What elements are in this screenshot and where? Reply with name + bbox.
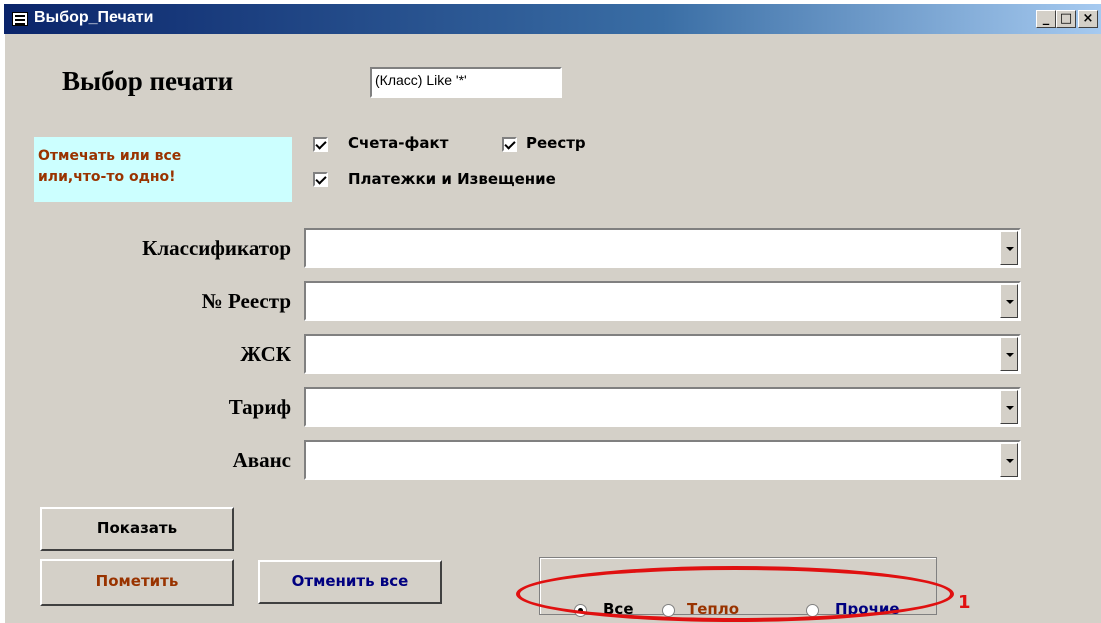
maximize-icon: □	[1059, 11, 1073, 26]
advance-combo[interactable]	[304, 440, 1021, 480]
filter-field[interactable]: (Класс) Like '*'	[370, 67, 562, 98]
show-button[interactable]: Показать	[40, 507, 234, 551]
minimize-icon: _	[1042, 11, 1050, 26]
minimize-button[interactable]: _	[1036, 10, 1056, 28]
chevron-down-icon[interactable]	[1000, 284, 1018, 318]
zhsk-combo[interactable]	[304, 334, 1021, 374]
note-line-2: или,что-то одно!	[38, 169, 176, 185]
registry-checkbox-label: Реестр	[526, 134, 586, 152]
page-title: Выбор печати	[62, 66, 234, 96]
note-line-1: Отмечать или все	[38, 148, 182, 164]
maximize-button[interactable]: □	[1056, 10, 1076, 28]
close-icon: ×	[1082, 11, 1094, 26]
annotation-number: 1	[958, 592, 971, 613]
registry-number-combo[interactable]	[304, 281, 1021, 321]
chevron-down-icon[interactable]	[1000, 337, 1018, 371]
tariff-label: Тариф	[228, 395, 291, 419]
chevron-down-icon[interactable]	[1000, 443, 1018, 477]
cancel-all-button[interactable]: Отменить все	[258, 560, 442, 604]
registry-checkbox[interactable]	[502, 137, 517, 152]
invoice-checkbox[interactable]	[313, 137, 328, 152]
payments-checkbox-label: Платежки и Извещение	[348, 170, 556, 188]
chevron-down-icon[interactable]	[1000, 231, 1018, 265]
zhsk-label: ЖСК	[240, 342, 291, 366]
close-button[interactable]: ×	[1078, 10, 1098, 28]
tariff-combo[interactable]	[304, 387, 1021, 427]
registry-number-label: № Реестр	[201, 289, 291, 313]
classifier-combo[interactable]	[304, 228, 1021, 268]
classifier-label: Классификатор	[142, 236, 291, 260]
title-bar[interactable]: Выбор_Печати _ □ ×	[4, 4, 1101, 34]
instruction-note: Отмечать или все или,что-то одно!	[34, 137, 292, 202]
invoice-checkbox-label: Счета-факт	[348, 134, 449, 152]
window-title: Выбор_Печати	[34, 9, 154, 26]
mark-button[interactable]: Пометить	[40, 559, 234, 606]
payments-checkbox[interactable]	[313, 172, 328, 187]
advance-label: Аванс	[232, 448, 291, 472]
form-icon	[12, 12, 28, 26]
annotation-highlight	[516, 566, 954, 622]
chevron-down-icon[interactable]	[1000, 390, 1018, 424]
